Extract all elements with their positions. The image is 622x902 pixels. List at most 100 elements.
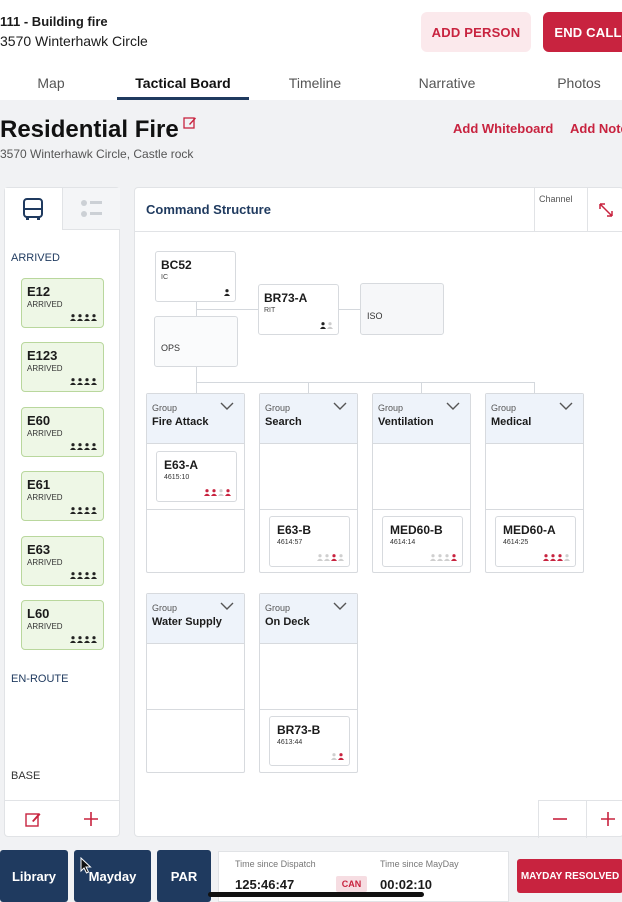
tab-photos[interactable]: Photos	[526, 75, 622, 99]
add-whiteboard-link[interactable]: Add Whiteboard	[453, 121, 553, 136]
add-note-link[interactable]: Add Note	[570, 121, 622, 136]
group-water-supply[interactable]: Group Water Supply	[146, 593, 245, 773]
incident-title: 111 - Building fire	[0, 14, 108, 29]
person-icon	[77, 314, 83, 321]
group-header: Group Fire Attack	[147, 394, 244, 444]
tab-narrative[interactable]: Narrative	[394, 75, 500, 99]
group-on-deck[interactable]: Group On Deck BR73-B 4613:44	[259, 593, 358, 773]
person-icon	[91, 378, 97, 385]
board-title: Residential Fire	[0, 116, 179, 143]
unit-card[interactable]: E63 ARRIVED	[21, 536, 104, 586]
unit-card[interactable]: E12 ARRIVED	[21, 278, 104, 328]
tab-timeline[interactable]: Timeline	[262, 75, 368, 99]
person-icon	[331, 753, 337, 760]
unit-status: ARRIVED	[27, 364, 63, 373]
unit-card[interactable]: E60 ARRIVED	[21, 407, 104, 457]
assigned-unit-card[interactable]: E63-A 4615:10	[156, 451, 237, 502]
connector-line	[196, 382, 534, 383]
assigned-unit-card[interactable]: E63-B 4614:57	[269, 516, 350, 567]
chevron-down-icon[interactable]	[446, 402, 460, 410]
person-icon	[225, 489, 231, 496]
iso-box[interactable]: ISO	[360, 283, 444, 335]
group-header: Group Water Supply	[147, 594, 244, 644]
unit-name: E61	[27, 477, 51, 492]
ops-box[interactable]: OPS	[154, 316, 238, 367]
assigned-unit-card[interactable]: BR73-B 4613:44	[269, 716, 350, 766]
connector-line	[196, 382, 197, 393]
rit-box[interactable]: BR73-A RIT	[258, 284, 339, 335]
par-button[interactable]: PAR	[157, 850, 211, 902]
edit-icon[interactable]	[25, 811, 42, 828]
unit-time: 4614:57	[277, 539, 303, 546]
group-fire-attack[interactable]: Group Fire Attack E63-A 4615:10	[146, 393, 245, 573]
person-icon	[70, 443, 76, 450]
person-icon	[550, 554, 556, 561]
group-header: Group On Deck	[260, 594, 357, 644]
crew-icons	[70, 572, 97, 579]
expand-icon[interactable]	[587, 187, 622, 232]
group-ventilation[interactable]: Group Ventilation MED60-B 4614:14	[372, 393, 471, 573]
person-icon	[84, 636, 90, 643]
connector-line	[421, 382, 422, 393]
person-icon	[218, 489, 224, 496]
unit-card[interactable]: E123 ARRIVED	[21, 342, 104, 392]
zoom-in-icon[interactable]	[600, 811, 616, 827]
person-icon	[91, 507, 97, 514]
person-icon	[70, 314, 76, 321]
connector-line	[196, 309, 258, 310]
mayday-resolved-button[interactable]: MAYDAY RESOLVED	[517, 859, 622, 893]
list-icon	[81, 200, 102, 217]
divider	[260, 709, 357, 710]
ic-box[interactable]: BC52 IC	[155, 251, 236, 302]
person-icon	[77, 636, 83, 643]
tab-list[interactable]	[62, 188, 120, 230]
person-icon	[84, 572, 90, 579]
person-icon	[331, 554, 337, 561]
tab-apparatus[interactable]	[5, 188, 61, 230]
group-header: Group Medical	[486, 394, 583, 444]
person-icon	[430, 554, 436, 561]
crew-icons	[70, 378, 97, 385]
unit-card[interactable]: L60 ARRIVED	[21, 600, 104, 650]
tab-tactical-board[interactable]: Tactical Board	[117, 75, 249, 99]
chevron-down-icon[interactable]	[559, 402, 573, 410]
unit-card[interactable]: E61 ARRIVED	[21, 471, 104, 521]
unit-time: 4614:14	[390, 539, 416, 546]
dispatch-timer-label: Time since Dispatch	[235, 859, 316, 869]
chevron-down-icon[interactable]	[333, 402, 347, 410]
crew-icons	[543, 554, 570, 561]
tab-map[interactable]: Map	[0, 75, 102, 99]
zoom-out-icon[interactable]	[552, 811, 568, 827]
crew-icons	[331, 753, 344, 760]
group-medical[interactable]: Group Medical MED60-A 4614:25	[485, 393, 584, 573]
edit-icon[interactable]	[183, 116, 197, 130]
person-icon	[224, 289, 230, 296]
mayday-timer-label: Time since MayDay	[380, 859, 459, 869]
unit-status: ARRIVED	[27, 558, 63, 567]
person-icon	[91, 314, 97, 321]
arrived-label: ARRIVED	[11, 252, 60, 264]
add-person-button[interactable]: ADD PERSON	[421, 12, 531, 52]
assigned-unit-card[interactable]: MED60-B 4614:14	[382, 516, 463, 567]
person-icon	[84, 378, 90, 385]
ops-label: OPS	[161, 343, 181, 353]
person-icon	[211, 489, 217, 496]
zoom-controls	[538, 800, 622, 838]
person-icon	[557, 554, 563, 561]
chevron-down-icon[interactable]	[220, 602, 234, 610]
chevron-down-icon[interactable]	[333, 602, 347, 610]
chevron-down-icon[interactable]	[220, 402, 234, 410]
end-call-button[interactable]: END CALL	[543, 12, 622, 52]
group-search[interactable]: Group Search E63-B 4614:57	[259, 393, 358, 573]
assigned-unit-card[interactable]: MED60-A 4614:25	[495, 516, 576, 567]
rit-role-label: RIT	[264, 307, 276, 314]
group-name: Ventilation	[378, 416, 434, 428]
group-name: Water Supply	[152, 616, 222, 628]
person-icon	[338, 554, 344, 561]
person-icon	[444, 554, 450, 561]
plus-icon[interactable]	[83, 811, 99, 827]
group-label: Group	[152, 603, 178, 613]
unit-name: MED60-A	[503, 523, 556, 537]
group-name: On Deck	[265, 616, 310, 628]
library-button[interactable]: Library	[0, 850, 68, 902]
